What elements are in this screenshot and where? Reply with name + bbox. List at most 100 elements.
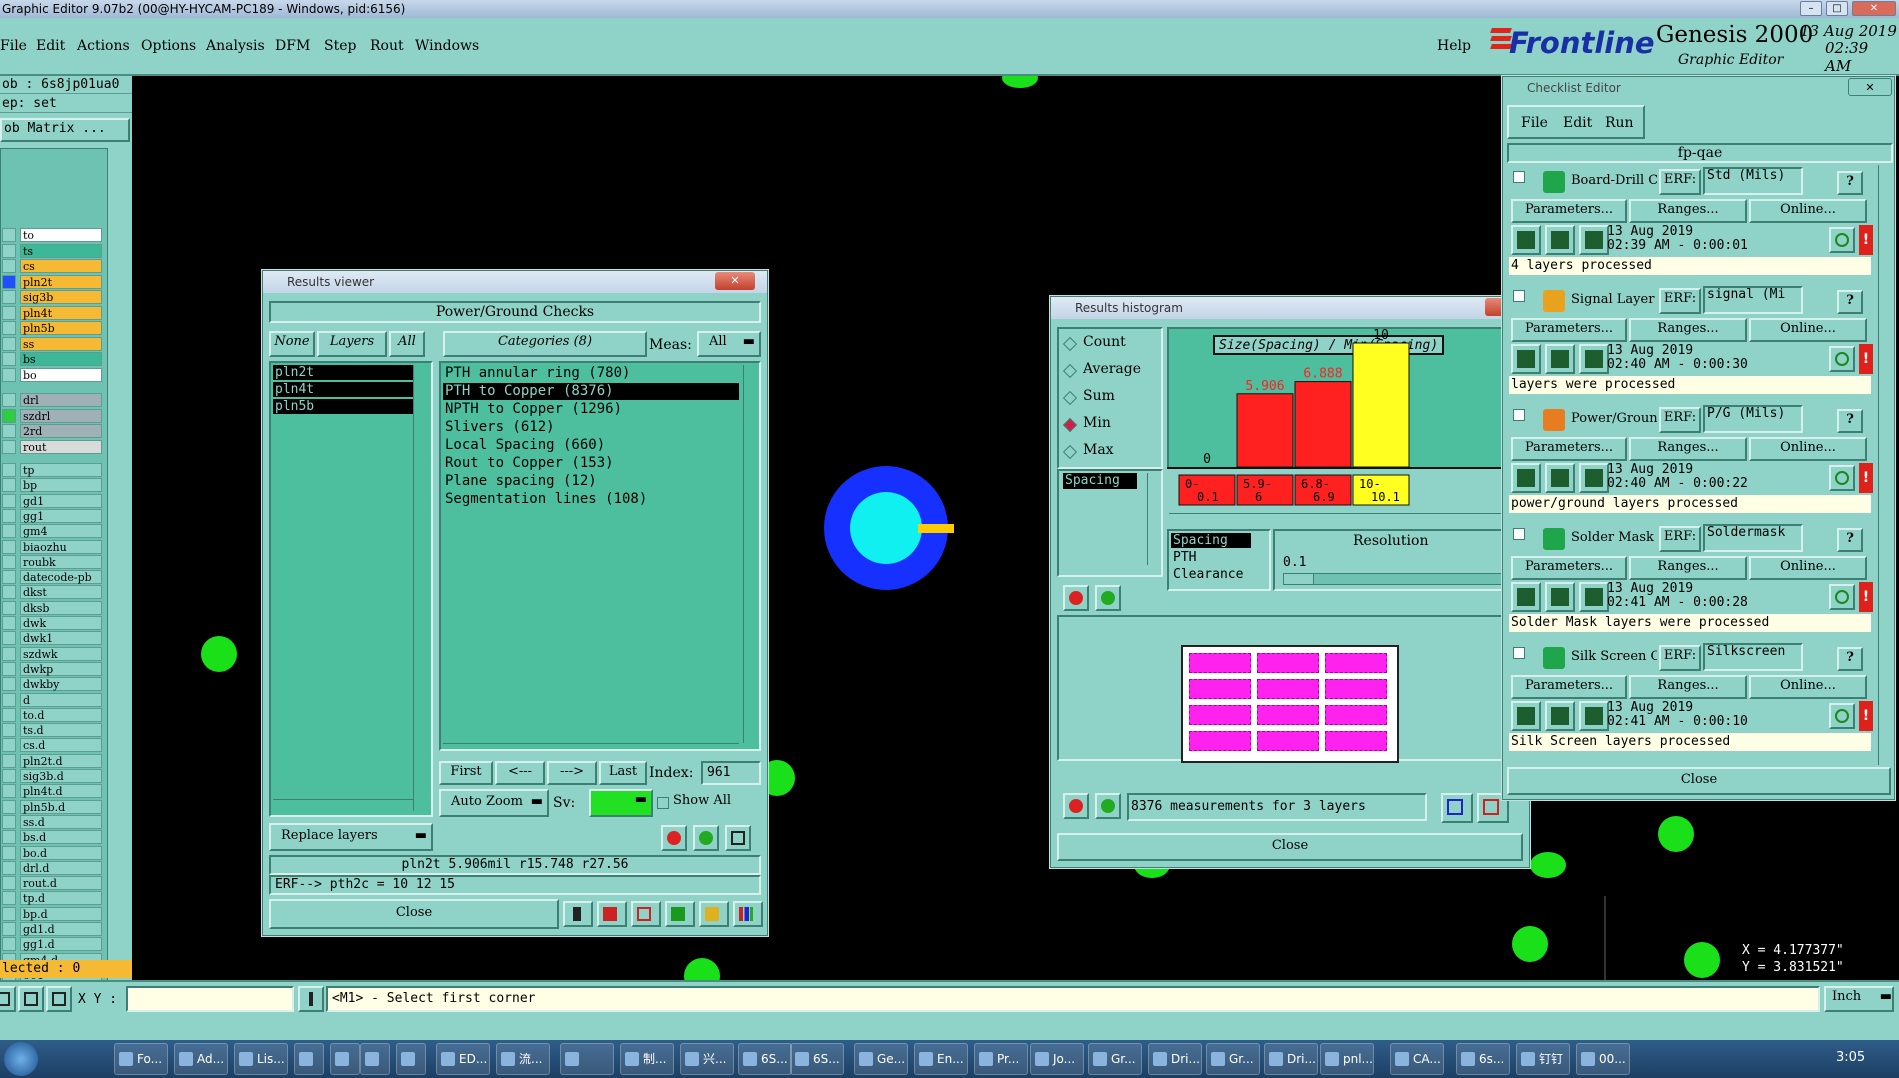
taskbar-app-button[interactable]: Dri...	[1264, 1043, 1318, 1075]
layer-item[interactable]: dkst	[20, 585, 102, 600]
ranges-button[interactable]: Ranges...	[1629, 556, 1747, 580]
checklist-item-name[interactable]: Solder Mask Ch	[1571, 530, 1657, 545]
online-button[interactable]: Online...	[1749, 556, 1867, 580]
layer-item[interactable]: tp	[20, 463, 102, 477]
layer-item[interactable]: ts.d	[20, 723, 102, 738]
layer-item[interactable]: bp	[20, 478, 102, 493]
checklist-close-icon[interactable]: ✕	[1848, 78, 1892, 96]
checklist-menu-run[interactable]: Run	[1605, 115, 1634, 131]
layer-item[interactable]: ss.d	[20, 814, 102, 829]
taskbar-app-button[interactable]: Ad...	[174, 1043, 228, 1075]
menu-options[interactable]: Options	[141, 38, 196, 54]
category-item[interactable]: Plane spacing (12)	[443, 473, 739, 490]
histogram-list-scrollbar[interactable]	[1147, 473, 1159, 565]
layer-list-item[interactable]: pln4t	[273, 382, 413, 397]
category-item[interactable]: Local Spacing (660)	[443, 437, 739, 454]
checklist-item-checkbox[interactable]	[1513, 290, 1525, 302]
layer-affected-toggle[interactable]	[2, 830, 16, 845]
results-viewer-titlebar[interactable]: Results viewer	[263, 271, 767, 293]
menu-edit[interactable]: Edit	[36, 38, 65, 54]
status-tool1-icon[interactable]	[0, 986, 16, 1012]
layer-item-pln4t[interactable]: pln4t	[20, 305, 102, 320]
layer-item[interactable]: dwkby	[20, 677, 102, 692]
histogram-close-button[interactable]: Close	[1057, 833, 1523, 861]
layer-affected-toggle[interactable]	[2, 478, 16, 493]
checklist-item-name[interactable]: Silk Screen Che	[1571, 649, 1657, 664]
layer-affected-toggle[interactable]	[2, 753, 16, 768]
board-preview[interactable]	[1181, 645, 1399, 763]
layer-item[interactable]: tp.d	[20, 891, 102, 906]
layer-affected-toggle[interactable]	[2, 738, 16, 753]
layer-item-rout[interactable]: rout	[20, 439, 102, 454]
ranges-button[interactable]: Ranges...	[1629, 199, 1747, 223]
layer-item-ss[interactable]: ss	[20, 336, 102, 351]
help-button[interactable]: ?	[1837, 290, 1863, 314]
layers-button[interactable]: Layers	[317, 331, 387, 357]
zoom-icon[interactable]	[1829, 227, 1855, 253]
layer-item[interactable]: dksb	[20, 600, 102, 615]
layer-affected-toggle[interactable]	[2, 616, 16, 630]
taskbar-app-button[interactable]: 6S...	[738, 1043, 792, 1075]
zoom-icon[interactable]	[1829, 465, 1855, 491]
layer-item-pln2t[interactable]: pln2t	[20, 274, 102, 289]
sv-color-dropdown[interactable]: ▬	[589, 789, 653, 817]
layer-affected-toggle[interactable]	[2, 692, 16, 707]
layer-affected-toggle[interactable]	[2, 906, 16, 921]
autozoom-dropdown[interactable]: Auto Zoom ▬	[439, 789, 549, 817]
layer-affected-toggle[interactable]	[2, 631, 16, 646]
parameters-button[interactable]: Parameters...	[1511, 318, 1627, 342]
layer-item-to[interactable]: to	[20, 228, 102, 242]
taskbar-app-button[interactable]	[560, 1043, 614, 1075]
checklist-item-name[interactable]: Power/Ground C	[1571, 411, 1657, 426]
hist-delete2-icon[interactable]	[1063, 793, 1089, 819]
run-action-icon[interactable]	[1579, 701, 1609, 731]
layer-item[interactable]: sig3b.d	[20, 769, 102, 783]
layer-affected-toggle[interactable]	[2, 845, 16, 860]
none-button[interactable]: None	[269, 331, 315, 357]
layer-affected-toggle[interactable]	[2, 570, 16, 585]
layer-list-scrollbar[interactable]	[413, 365, 429, 811]
hist-refresh-icon[interactable]	[1095, 585, 1121, 611]
layer-item[interactable]: pln2t.d	[20, 753, 102, 768]
layer-list-item[interactable]: pln5b	[273, 399, 413, 414]
run-action-icon[interactable]	[1579, 582, 1609, 612]
parameters-button[interactable]: Parameters...	[1511, 675, 1627, 699]
layer-item-sig3b[interactable]: sig3b	[20, 290, 102, 304]
online-button[interactable]: Online...	[1749, 437, 1867, 461]
status-tool3-icon[interactable]	[46, 986, 72, 1012]
taskbar-app-button[interactable]: En...	[914, 1043, 968, 1075]
erf-button[interactable]: ERF:	[1659, 169, 1701, 195]
category-item[interactable]: NPTH to Copper (1296)	[443, 401, 739, 418]
layer-item-szdrl[interactable]: szdrl	[20, 408, 102, 423]
ranges-button[interactable]: Ranges...	[1629, 318, 1747, 342]
job-matrix-button[interactable]: ob Matrix ...	[0, 118, 130, 142]
layer-affected-toggle[interactable]	[2, 408, 16, 423]
layer-affected-toggle[interactable]	[2, 259, 16, 273]
histogram-list-item[interactable]: Spacing	[1063, 473, 1137, 489]
action2-icon[interactable]	[597, 901, 627, 927]
last-button[interactable]: Last	[599, 761, 647, 785]
layer-affected-toggle[interactable]	[2, 860, 16, 875]
layer-affected-toggle[interactable]	[2, 393, 16, 407]
taskbar-app-button[interactable]: 制...	[620, 1043, 674, 1075]
refresh-icon[interactable]	[693, 825, 719, 851]
layer-affected-toggle[interactable]	[2, 539, 16, 554]
category-item[interactable]: PTH to Copper (8376)	[443, 383, 739, 400]
help-button[interactable]: ?	[1837, 528, 1863, 552]
status-tool2-icon[interactable]	[18, 986, 44, 1012]
layer-item[interactable]: cs.d	[20, 738, 102, 753]
layer-affected-toggle[interactable]	[2, 937, 16, 952]
layer-affected-toggle[interactable]	[2, 769, 16, 783]
categories-hscrollbar[interactable]	[443, 743, 739, 751]
layer-item-drl[interactable]: drl	[20, 393, 102, 407]
chart-hscrollbar[interactable]	[1169, 513, 1525, 527]
maximize-button[interactable]: □	[1826, 1, 1848, 16]
erf-button[interactable]: ERF:	[1659, 526, 1701, 552]
zoom-icon[interactable]	[1829, 584, 1855, 610]
results-viewer-close-button[interactable]: Close	[269, 899, 559, 929]
layer-item[interactable]: to.d	[20, 707, 102, 722]
online-button[interactable]: Online...	[1749, 675, 1867, 699]
taskbar-app-button[interactable]	[396, 1043, 426, 1075]
run-action-icon[interactable]	[1545, 225, 1575, 255]
checklist-item-checkbox[interactable]	[1513, 647, 1525, 659]
